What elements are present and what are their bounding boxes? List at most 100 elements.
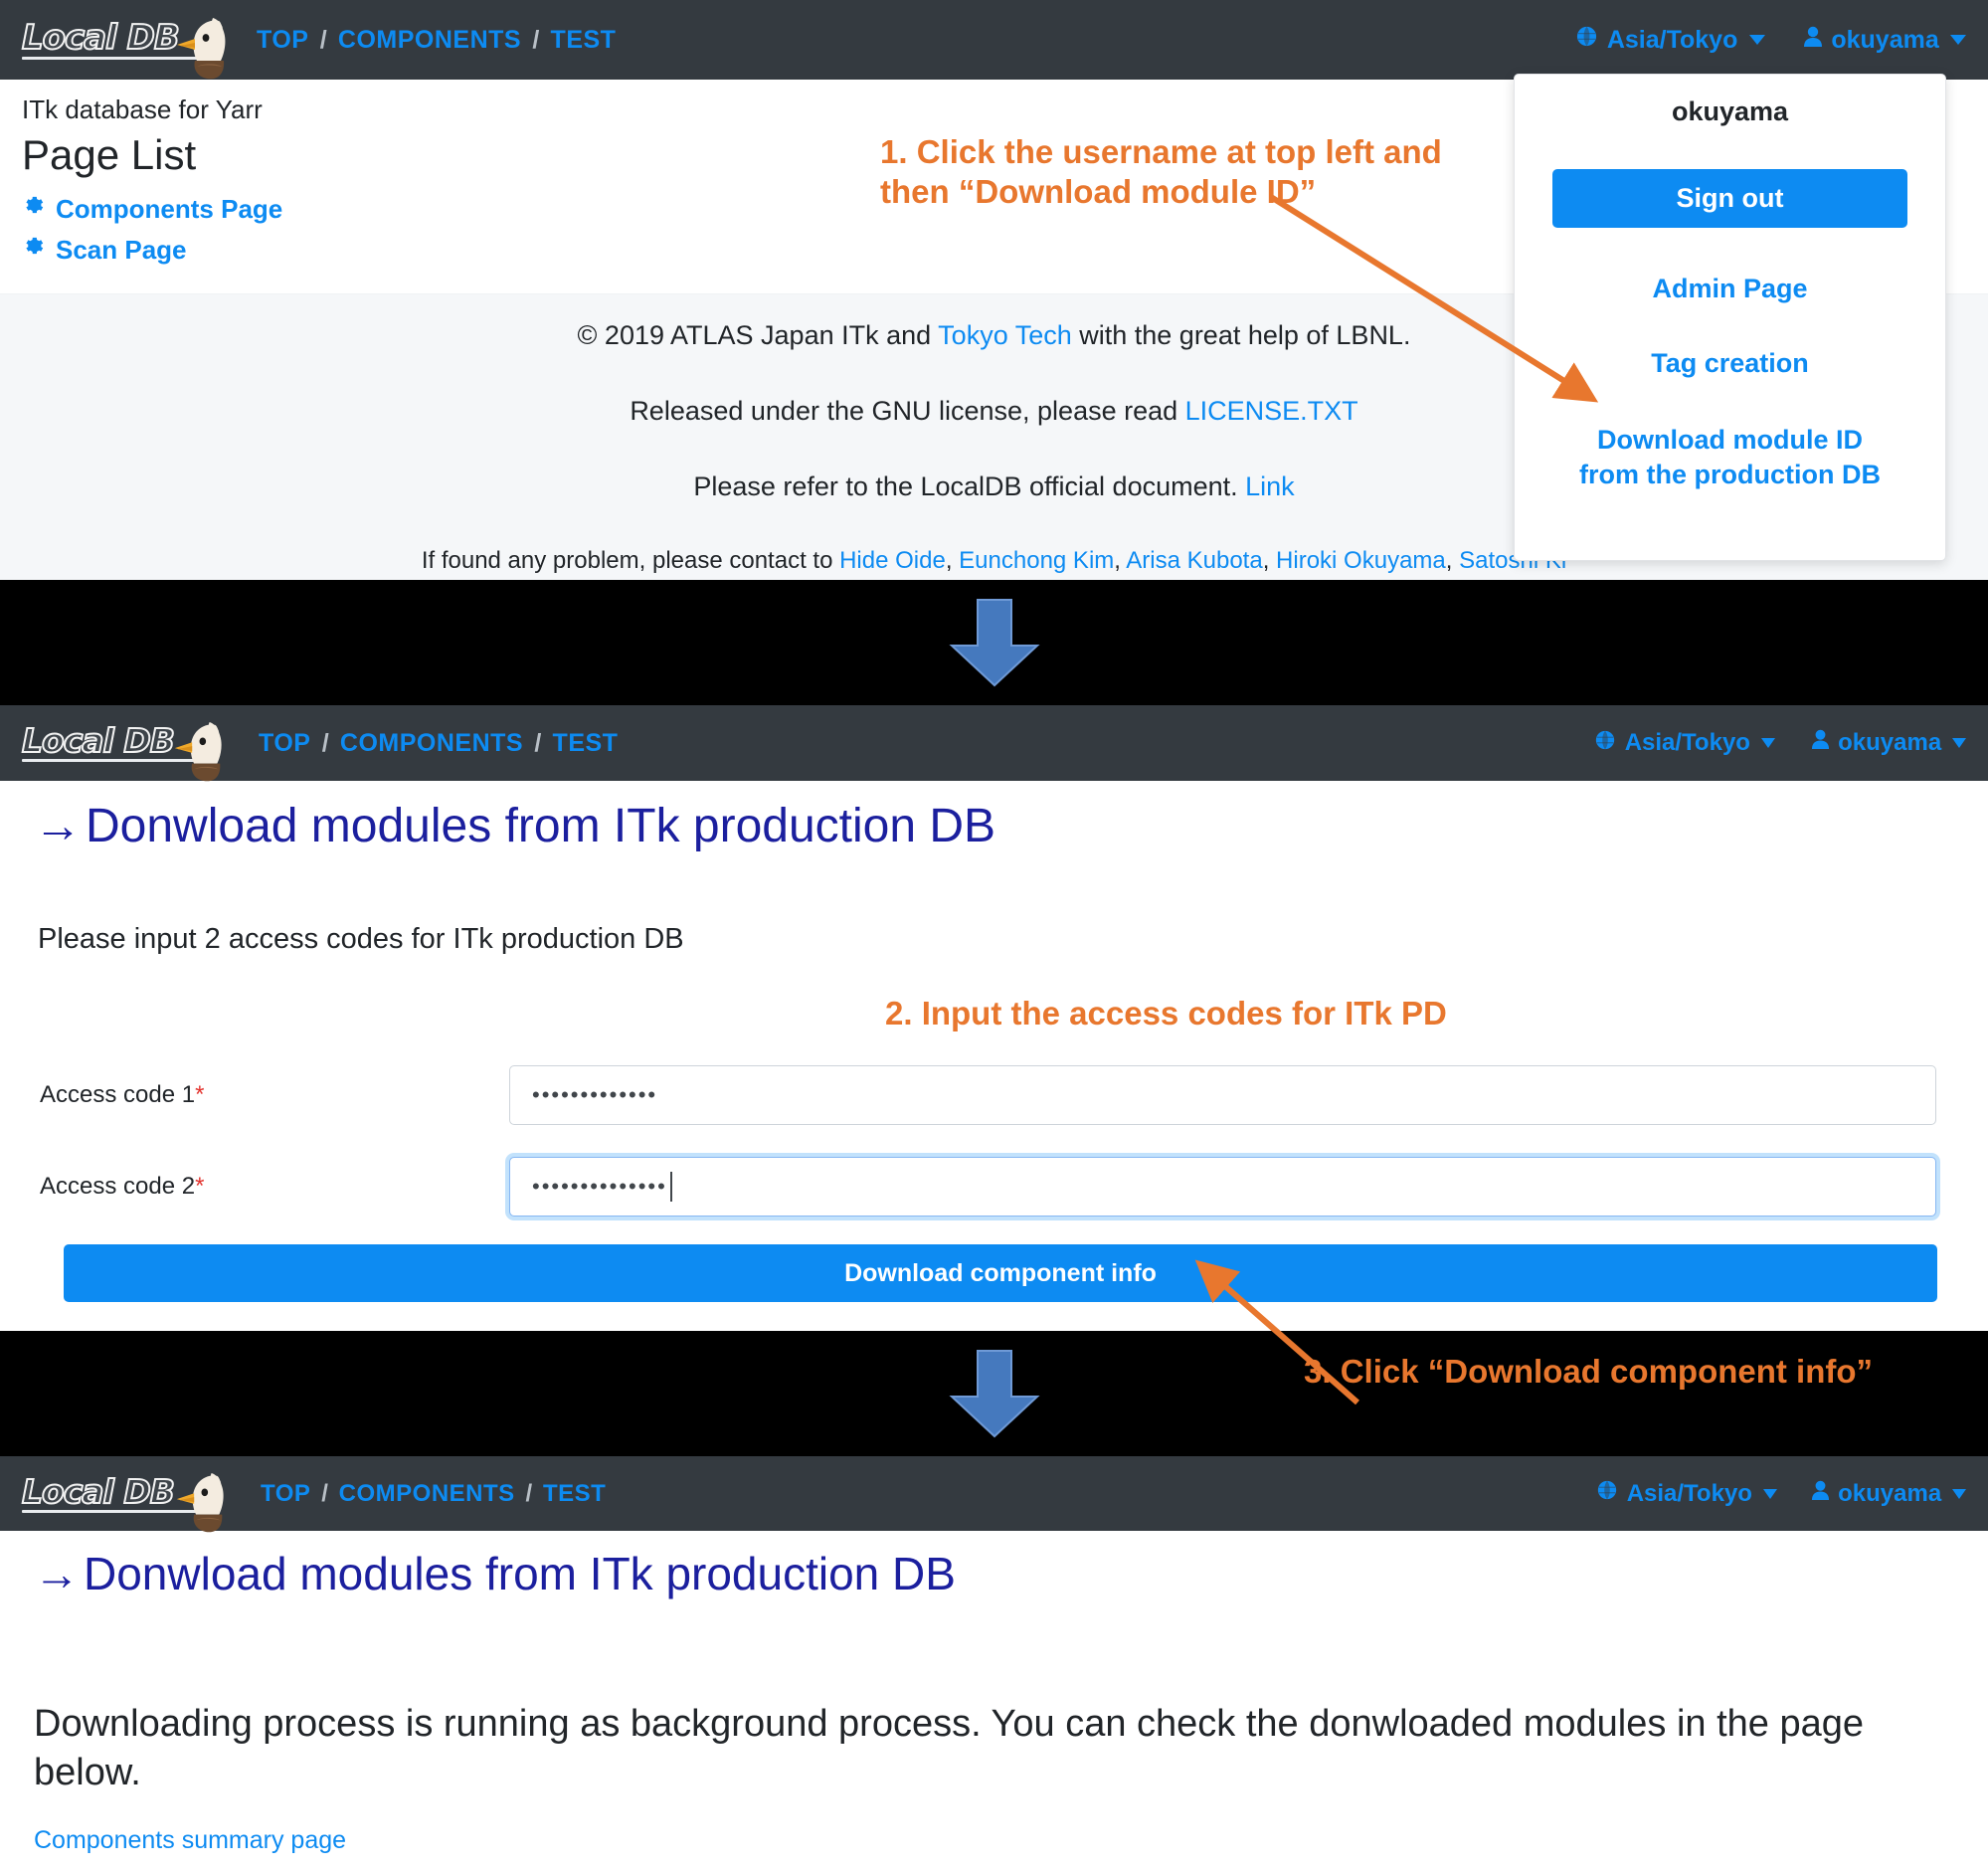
- gear-icon: [22, 194, 46, 225]
- caret-down-icon: [1760, 738, 1775, 748]
- timezone-label: Asia/Tokyo: [1606, 25, 1738, 54]
- footer-copyright-text: © 2019 ATLAS Japan ITk and: [577, 320, 939, 350]
- footer-copyright-text-2: with the great help of LBNL.: [1071, 320, 1411, 350]
- separator-band-2: [0, 1331, 1988, 1456]
- caret-down-icon: [1950, 35, 1966, 45]
- timezone-label: Asia/Tokyo: [1626, 1479, 1752, 1507]
- caret-down-icon: [1952, 738, 1966, 748]
- panel-page-list: Local DB TOP / COMPONENTS / TEST Asia/To…: [0, 0, 1988, 580]
- link-scan-page-label[interactable]: Scan Page: [56, 235, 187, 266]
- localdb-logo[interactable]: Local DB: [21, 1472, 235, 1532]
- panel-download-running: Local DB TOP / COMPONENTS / TEST Asia/To…: [0, 1456, 1988, 1873]
- breadcrumb-top[interactable]: TOP: [259, 729, 310, 758]
- user-label: okuyama: [1838, 729, 1942, 756]
- breadcrumb-test[interactable]: TEST: [553, 729, 619, 758]
- link-components-summary-page[interactable]: Components summary page: [34, 1826, 346, 1855]
- timezone-menu[interactable]: Asia/Tokyo: [1596, 1479, 1777, 1508]
- link-contact-3[interactable]: Arisa Kubota: [1126, 547, 1262, 574]
- annotation-step-3: 3. Click “Download component info”: [1304, 1353, 1874, 1390]
- user-menu[interactable]: okuyama: [1811, 1480, 1966, 1508]
- timezone-label: Asia/Tokyo: [1624, 729, 1750, 756]
- eagle-icon: [176, 1472, 224, 1532]
- panel2-content: →Donwload modules from ITk production DB…: [0, 799, 1988, 1302]
- dropdown-username: okuyama: [1671, 96, 1789, 126]
- user-label: okuyama: [1838, 1479, 1942, 1507]
- person-icon: [1811, 729, 1830, 757]
- label-access-code-2-text: Access code 2: [40, 1173, 196, 1200]
- panel3-content: →Donwload modules from ITk production DB…: [0, 1547, 1988, 1855]
- timezone-menu[interactable]: Asia/Tokyo: [1594, 729, 1775, 758]
- breadcrumb-top[interactable]: TOP: [257, 26, 308, 55]
- breadcrumb-3: TOP / COMPONENTS / TEST: [261, 1480, 606, 1508]
- contact-separator: ,: [945, 547, 960, 574]
- breadcrumb-separator: /: [534, 728, 542, 757]
- localdb-logo[interactable]: Local DB: [21, 721, 233, 782]
- user-menu[interactable]: okuyama: [1803, 26, 1966, 55]
- link-license-txt[interactable]: LICENSE.TXT: [1185, 396, 1358, 426]
- arrow-right-icon: →: [34, 800, 82, 852]
- input-access-code-2-value: ••••••••••••••: [532, 1174, 667, 1199]
- contact-separator: ,: [1445, 547, 1460, 574]
- globe-icon: [1594, 729, 1616, 758]
- breadcrumb-2: TOP / COMPONENTS / TEST: [259, 729, 618, 758]
- separator-band-1: [0, 580, 1988, 705]
- breadcrumb-components[interactable]: COMPONENTS: [340, 729, 523, 758]
- download-module-id-line2: from the production DB: [1579, 460, 1881, 490]
- user-menu[interactable]: okuyama: [1811, 729, 1966, 757]
- download-module-id-line1: Download module ID: [1597, 425, 1863, 455]
- contact-separator: ,: [1262, 547, 1277, 574]
- eagle-icon: [177, 17, 226, 79]
- navbar-left: Local DB TOP / COMPONENTS / TEST: [21, 17, 616, 79]
- breadcrumb-components[interactable]: COMPONENTS: [338, 26, 521, 55]
- link-contact-2[interactable]: Eunchong Kim: [959, 547, 1114, 574]
- download-component-info-button[interactable]: Download component info: [64, 1244, 1937, 1302]
- breadcrumb-test[interactable]: TEST: [551, 26, 617, 55]
- sign-out-button[interactable]: Sign out: [1552, 169, 1907, 228]
- navbar-2: Local DB TOP / COMPONENTS / TEST Asia/To…: [0, 705, 1988, 782]
- footer-license-text: Released under the GNU license, please r…: [630, 396, 1185, 426]
- caret-down-icon: [1762, 1488, 1777, 1499]
- input-access-code-1[interactable]: •••••••••••••: [509, 1065, 1936, 1125]
- navbar-left: Local DB TOP / COMPONENTS / TEST: [21, 1472, 606, 1532]
- input-access-code-1-value: •••••••••••••: [532, 1082, 658, 1107]
- caret-down-icon: [1748, 35, 1765, 45]
- footer-contact-list: Hide Oide, Eunchong Kim, Arisa Kubota, H…: [839, 547, 1566, 574]
- breadcrumb-separator: /: [321, 728, 329, 757]
- panel3-heading: →Donwload modules from ITk production DB: [34, 1547, 1966, 1600]
- form-row-access-code-1: Access code 1* •••••••••••••: [22, 1065, 1966, 1125]
- arrow-down-icon: [949, 599, 1040, 687]
- person-icon: [1811, 1480, 1830, 1508]
- screenshot-root: Local DB TOP / COMPONENTS / TEST Asia/To…: [0, 0, 1988, 1873]
- link-contact-1[interactable]: Hide Oide: [839, 547, 946, 574]
- link-contact-4[interactable]: Hiroki Okuyama: [1276, 547, 1446, 574]
- link-tokyo-tech[interactable]: Tokyo Tech: [938, 320, 1072, 350]
- footer-contact-text: If found any problem, please contact to: [421, 547, 840, 574]
- timezone-menu[interactable]: Asia/Tokyo: [1575, 25, 1765, 55]
- user-label: okuyama: [1831, 25, 1939, 54]
- gear-icon: [22, 235, 46, 266]
- breadcrumb-top[interactable]: TOP: [261, 1480, 310, 1508]
- dropdown-item-tag-creation[interactable]: Tag creation: [1552, 348, 1907, 379]
- breadcrumb-1: TOP / COMPONENTS / TEST: [257, 26, 616, 55]
- arrow-down-icon: [949, 1350, 1040, 1438]
- dropdown-item-download-module-id[interactable]: Download module ID from the production D…: [1552, 423, 1907, 492]
- arrow-right-icon: →: [34, 1548, 80, 1599]
- breadcrumb-components[interactable]: COMPONENTS: [339, 1480, 515, 1508]
- form-row-access-code-2: Access code 2* ••••••••••••••: [22, 1157, 1966, 1217]
- link-components-page-label[interactable]: Components Page: [56, 194, 282, 225]
- navbar-3: Local DB TOP / COMPONENTS / TEST Asia/To…: [0, 1456, 1988, 1532]
- panel3-message: Downloading process is running as backgr…: [34, 1703, 1864, 1794]
- text-cursor: [669, 1172, 672, 1202]
- required-marker: *: [195, 1081, 205, 1108]
- globe-icon: [1575, 25, 1598, 55]
- annotation-step-2: 2. Input the access codes for ITk PD: [885, 995, 1447, 1031]
- breadcrumb-separator: /: [532, 25, 540, 54]
- input-access-code-2[interactable]: ••••••••••••••: [509, 1157, 1936, 1217]
- localdb-logo[interactable]: Local DB: [21, 17, 231, 79]
- annotation-step-1: 1. Click the username at top left and th…: [880, 133, 1442, 211]
- breadcrumb-test[interactable]: TEST: [543, 1480, 606, 1508]
- required-marker: *: [195, 1173, 205, 1200]
- breadcrumb-separator: /: [525, 1479, 533, 1507]
- link-official-doc[interactable]: Link: [1245, 471, 1295, 501]
- dropdown-item-admin-page[interactable]: Admin Page: [1552, 274, 1907, 304]
